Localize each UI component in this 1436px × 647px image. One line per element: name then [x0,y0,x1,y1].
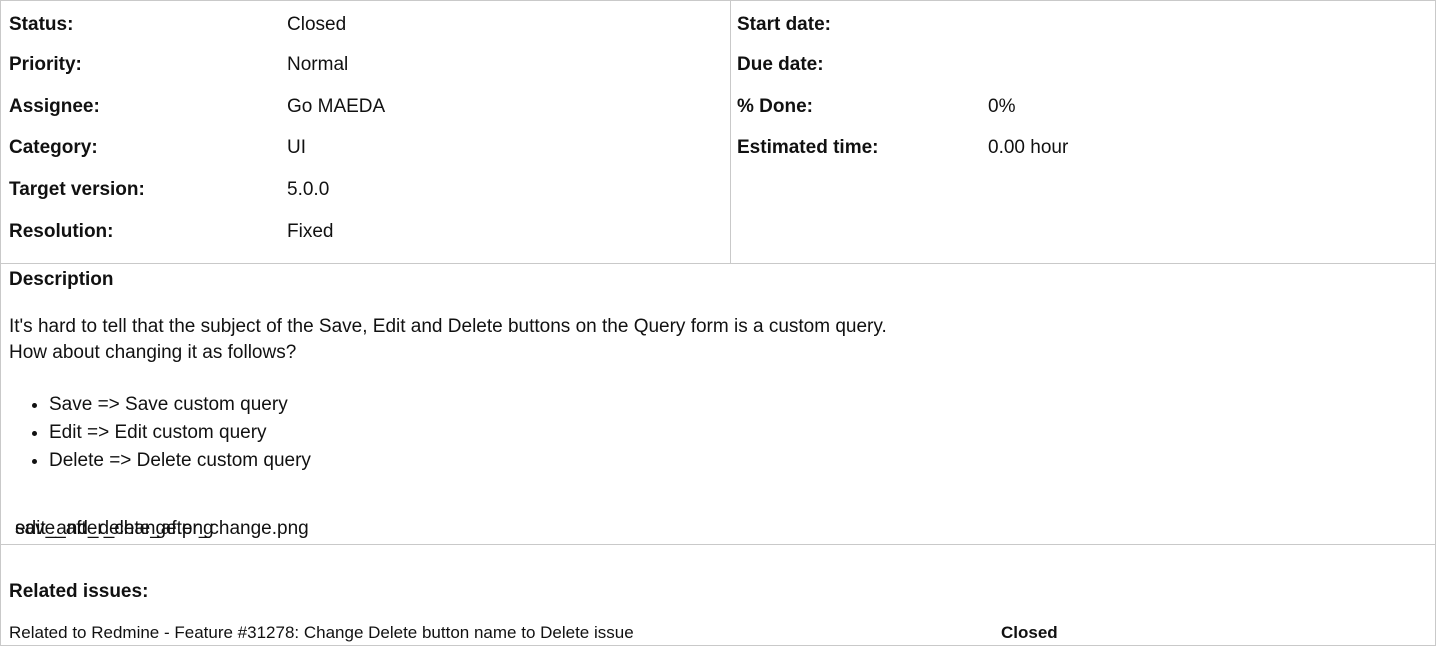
attr-label: Target version: [9,179,145,200]
attr-row-due-date: Due date: [731,45,1435,85]
related-issue-row: Related to Redmine - Feature #31278: Cha… [1,619,1435,647]
description-line: How about changing it as follows? [9,342,297,363]
attr-row-category: Category: UI [1,128,730,168]
attr-row-done-ratio: % Done: 0% [731,87,1435,127]
attr-row-start-date: Start date: [731,5,1435,45]
related-issue-status: Closed [1001,623,1058,642]
attr-row-estimated-time: Estimated time: 0.00 hour [731,128,1435,168]
attr-label: Due date: [737,54,824,75]
attr-value: UI [287,137,306,158]
attr-label: Start date: [737,14,831,35]
description-heading: Description [9,269,114,290]
attr-label: Resolution: [9,221,114,242]
attachment-thumbnails: save_after_change.png edit_and_delete_af… [15,515,309,543]
attr-label: Priority: [9,54,82,75]
attr-value: 0.00 hour [988,137,1069,158]
divider [1,544,1435,545]
attributes-left-column: Status: Closed Priority: Normal Assignee… [1,1,731,263]
related-issue-link[interactable]: Related to Redmine - Feature #31278: Cha… [9,619,634,647]
attachment-image-link[interactable]: edit_and_delete_after_change.png [15,515,309,543]
attr-row-target-version: Target version: 5.0.0 [1,170,730,210]
attr-row-assignee: Assignee: Go MAEDA [1,87,730,127]
attr-row-resolution: Resolution: Fixed [1,212,730,252]
attr-value: Fixed [287,221,334,242]
attr-label: % Done: [737,96,813,117]
attr-label: Estimated time: [737,137,879,158]
attr-label: Status: [9,14,74,35]
attributes-right-column: Start date: Due date: % Done: 0% Estimat… [731,1,1435,263]
list-item: Edit => Edit custom query [49,419,311,447]
description-list: Save => Save custom query Edit => Edit c… [27,391,311,475]
attr-row-priority: Priority: Normal [1,45,730,85]
attr-row-status: Status: Closed [1,5,730,45]
attr-value: Normal [287,54,349,75]
list-item: Save => Save custom query [49,391,311,419]
target-version-link[interactable]: 5.0.0 [287,170,329,210]
issue-details: Status: Closed Priority: Normal Assignee… [0,0,1436,646]
attributes-table: Status: Closed Priority: Normal Assignee… [1,1,1435,264]
assignee-link[interactable]: Go MAEDA [287,87,385,127]
attr-label: Category: [9,137,98,158]
attr-value: Closed [287,14,347,35]
description-line: It's hard to tell that the subject of th… [9,316,887,337]
attr-value: 0% [988,96,1016,117]
list-item: Delete => Delete custom query [49,447,311,475]
related-issues-heading: Related issues: [9,581,149,602]
attr-label: Assignee: [9,96,100,117]
